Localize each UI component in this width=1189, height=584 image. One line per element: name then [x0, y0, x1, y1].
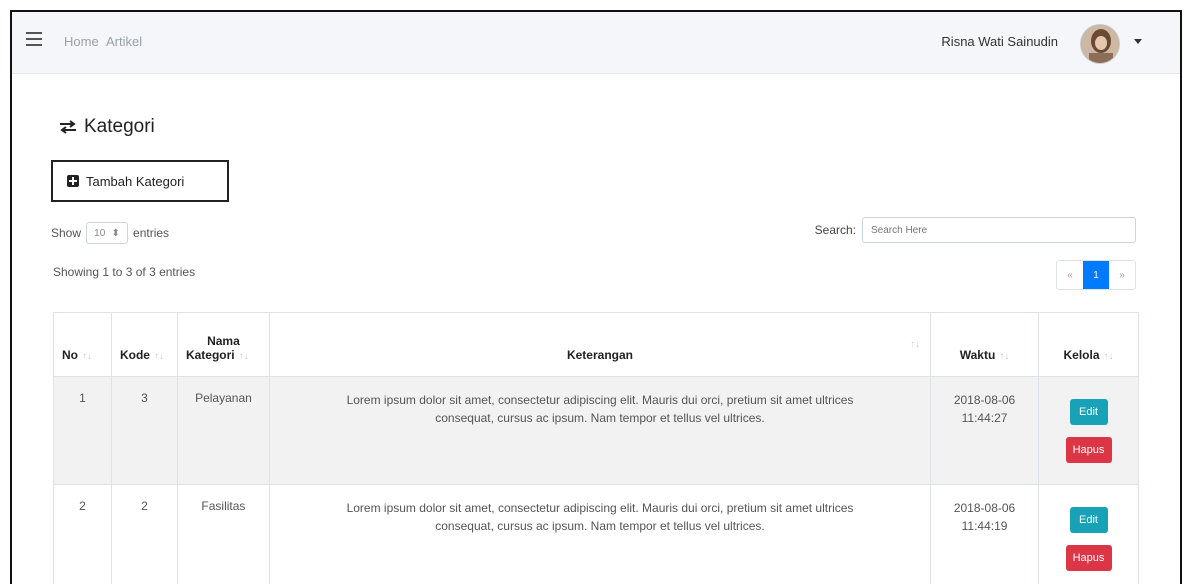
sort-icon: ↑↓: [153, 351, 164, 362]
pagination: « 1 »: [1056, 260, 1136, 290]
keterangan-line: consequat, cursus ac ipsum. Nam tempor e…: [435, 411, 765, 425]
edit-button[interactable]: Edit: [1069, 399, 1108, 425]
keterangan-line: consequat, cursus ac ipsum. Nam tempor e…: [435, 519, 765, 533]
search-input[interactable]: [862, 217, 1136, 243]
page-title: Kategori: [58, 116, 155, 138]
entries-label: entries: [133, 226, 170, 240]
top-navbar: Home Artikel Risna Wati Sainudin: [12, 12, 1180, 74]
waktu-time: 11:44:27: [961, 411, 1008, 425]
exchange-icon: [60, 120, 76, 134]
waktu-date: 2018-08-06: [953, 501, 1016, 515]
cell-nama: Fasilitas: [176, 484, 270, 584]
th-keterangan[interactable]: Keterangan ↑↓: [268, 312, 932, 377]
pagination-prev[interactable]: «: [1057, 261, 1083, 289]
plus-square-icon: [67, 175, 79, 187]
cell-no: 2: [53, 484, 112, 584]
category-table: No ↑↓ Kode ↑↓ Nama Kategori ↑↓ Keterangan ↑↓ …: [53, 312, 1139, 584]
cell-keterangan: Lorem ipsum dolor sit amet, consectetur …: [268, 376, 932, 485]
entries-length-control: Show 10 ⬍ entries: [51, 222, 169, 244]
th-kelola[interactable]: Kelola ↑↓: [1038, 312, 1139, 377]
cell-kode: 2: [110, 484, 178, 584]
th-waktu[interactable]: Waktu ↑↓: [930, 312, 1039, 377]
sort-icon: ↑↓: [238, 351, 249, 362]
page-title-text: Kategori: [84, 116, 155, 137]
hamburger-menu-icon[interactable]: [26, 32, 42, 47]
search-label: Search:: [814, 223, 856, 237]
pagination-next[interactable]: »: [1109, 261, 1135, 289]
select-arrows-icon: ⬍: [111, 227, 120, 239]
search-control: Search:: [815, 217, 1136, 243]
sort-icon: ↑↓: [999, 351, 1010, 362]
cell-kelola: Edit Hapus: [1038, 484, 1139, 584]
nav-link-artikel[interactable]: Artikel: [106, 34, 142, 49]
edit-button[interactable]: Edit: [1069, 507, 1108, 533]
th-nama-kategori[interactable]: Nama Kategori ↑↓: [176, 312, 270, 377]
cell-kode: 3: [110, 376, 178, 485]
sort-icon: ↑↓: [1103, 351, 1114, 362]
cell-keterangan: Lorem ipsum dolor sit amet, consectetur …: [268, 484, 932, 584]
sort-icon: ↑↓: [910, 339, 921, 350]
waktu-date: 2018-08-06: [953, 393, 1016, 407]
delete-button[interactable]: Hapus: [1065, 545, 1112, 571]
avatar[interactable]: [1080, 24, 1120, 64]
table-header-row: No ↑↓ Kode ↑↓ Nama Kategori ↑↓ Keterangan ↑↓ …: [53, 312, 1139, 377]
delete-button[interactable]: Hapus: [1065, 437, 1112, 463]
th-kode[interactable]: Kode ↑↓: [110, 312, 178, 377]
cell-waktu: 2018-08-06 11:44:27: [930, 376, 1039, 485]
th-no[interactable]: No ↑↓: [53, 312, 112, 377]
add-category-button[interactable]: Tambah Kategori: [51, 160, 229, 202]
cell-waktu: 2018-08-06 11:44:19: [930, 484, 1039, 584]
pagination-page-1[interactable]: 1: [1083, 261, 1109, 289]
sort-icon: ↑↓: [82, 351, 92, 362]
app-frame: Home Artikel Risna Wati Sainudin Kategor…: [10, 10, 1182, 584]
table-row: 1 3 Pelayanan Lorem ipsum dolor sit amet…: [53, 376, 1139, 485]
nav-link-home[interactable]: Home: [64, 34, 99, 49]
entries-select[interactable]: 10 ⬍: [86, 222, 129, 244]
cell-no: 1: [53, 376, 112, 485]
keterangan-line: Lorem ipsum dolor sit amet, consectetur …: [346, 501, 854, 515]
cell-nama: Pelayanan: [176, 376, 270, 485]
show-label: Show: [51, 226, 82, 240]
user-name[interactable]: Risna Wati Sainudin: [941, 34, 1058, 49]
cell-kelola: Edit Hapus: [1038, 376, 1139, 485]
keterangan-line: Lorem ipsum dolor sit amet, consectetur …: [346, 393, 854, 407]
add-category-label: Tambah Kategori: [86, 173, 185, 189]
user-dropdown-chevron-icon[interactable]: [1134, 39, 1142, 44]
table-info: Showing 1 to 3 of 3 entries: [53, 265, 196, 279]
entries-select-value: 10: [94, 227, 106, 239]
table-row: 2 2 Fasilitas Lorem ipsum dolor sit amet…: [53, 484, 1139, 584]
waktu-time: 11:44:19: [961, 519, 1008, 533]
